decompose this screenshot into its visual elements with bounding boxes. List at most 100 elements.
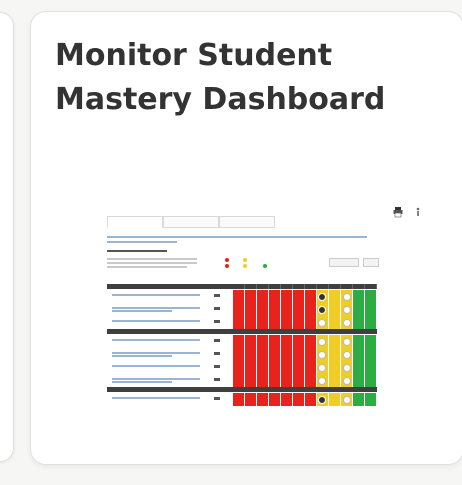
mastery-cell-red xyxy=(293,335,305,348)
feature-card[interactable]: Monitor Student Mastery Dashboard xyxy=(30,11,462,465)
card-title-line-2: Mastery Dashboard xyxy=(55,82,386,117)
mastery-cell-green xyxy=(365,335,377,348)
mastery-cell-yellow xyxy=(329,374,341,387)
student-row xyxy=(107,335,377,348)
mastery-cell-red xyxy=(293,374,305,387)
mastery-cell-red xyxy=(269,393,281,406)
row-label xyxy=(112,378,200,380)
column-header xyxy=(257,284,269,289)
mastery-cell-red xyxy=(305,290,317,303)
row-count xyxy=(214,294,220,297)
mastery-cell-red xyxy=(281,393,293,406)
mastery-marker xyxy=(318,337,326,346)
mastery-cell-green xyxy=(365,290,377,303)
mastery-cell-green xyxy=(353,348,365,361)
mastery-marker xyxy=(343,305,351,314)
row-count xyxy=(214,320,220,323)
preview-select xyxy=(329,258,359,267)
student-row xyxy=(107,290,377,303)
mastery-cell-yellow xyxy=(329,290,341,303)
column-header xyxy=(341,284,353,289)
mastery-cell-red xyxy=(293,361,305,374)
mastery-marker xyxy=(343,318,351,327)
mastery-marker xyxy=(343,363,351,372)
student-row xyxy=(107,316,377,329)
mastery-cell-red xyxy=(245,393,257,406)
row-label xyxy=(112,307,200,309)
previous-card-edge[interactable] xyxy=(0,12,14,462)
preview-stat-line xyxy=(107,266,187,268)
column-header xyxy=(329,284,341,289)
preview-button xyxy=(363,258,379,267)
dashboard-preview-image xyxy=(97,192,427,442)
row-label xyxy=(112,397,200,399)
mastery-cell-green xyxy=(353,316,365,329)
mastery-marker xyxy=(318,318,326,327)
mastery-cell-green xyxy=(353,361,365,374)
mastery-marker xyxy=(318,350,326,359)
mastery-cell-red xyxy=(269,290,281,303)
row-label-second-line xyxy=(112,310,172,312)
mastery-cell-red xyxy=(281,290,293,303)
row-count xyxy=(214,352,220,355)
column-header xyxy=(269,284,281,289)
printer-icon xyxy=(393,207,403,218)
mastery-cell-red xyxy=(233,290,245,303)
mastery-cell-red xyxy=(245,335,257,348)
row-count xyxy=(214,339,220,342)
student-row xyxy=(107,361,377,374)
mastery-cell-green xyxy=(353,303,365,316)
mastery-cell-red xyxy=(305,374,317,387)
mastery-cell-green xyxy=(353,290,365,303)
card-title: Monitor Student Mastery Dashboard xyxy=(55,34,415,122)
mastery-cell-red xyxy=(281,374,293,387)
mastery-cell-yellow xyxy=(329,348,341,361)
legend-dot-red xyxy=(225,264,229,268)
mastery-cell-green xyxy=(353,393,365,406)
mastery-cell-red xyxy=(293,348,305,361)
mastery-cell-yellow xyxy=(329,316,341,329)
mastery-cell-red xyxy=(281,348,293,361)
row-count xyxy=(214,397,220,400)
mastery-cell-red xyxy=(305,303,317,316)
mastery-cell-red xyxy=(233,374,245,387)
column-header xyxy=(353,284,365,289)
column-header xyxy=(317,284,329,289)
row-count xyxy=(214,307,220,310)
mastery-cell-red xyxy=(257,290,269,303)
mastery-cell-green xyxy=(365,374,377,387)
mastery-cell-red xyxy=(305,316,317,329)
mastery-marker xyxy=(343,376,351,385)
mastery-cell-red xyxy=(269,303,281,316)
mastery-cell-red xyxy=(293,303,305,316)
mastery-cell-red xyxy=(257,393,269,406)
mastery-cell-red xyxy=(245,303,257,316)
mastery-cell-red xyxy=(257,348,269,361)
mastery-marker xyxy=(318,395,326,404)
mastery-cell-red xyxy=(281,303,293,316)
row-label-second-line xyxy=(112,381,172,383)
column-header xyxy=(233,284,245,289)
column-header xyxy=(305,284,317,289)
mastery-marker xyxy=(343,337,351,346)
info-icon xyxy=(416,207,420,216)
mastery-cell-red xyxy=(233,348,245,361)
mastery-cell-red xyxy=(269,374,281,387)
mastery-cell-green xyxy=(353,335,365,348)
mastery-cell-red xyxy=(233,335,245,348)
mastery-marker xyxy=(343,395,351,404)
preview-tab-1 xyxy=(107,216,163,228)
column-header xyxy=(365,284,377,289)
mastery-marker xyxy=(343,292,351,301)
row-count xyxy=(214,365,220,368)
row-count xyxy=(214,378,220,381)
mastery-cell-red xyxy=(245,348,257,361)
mastery-cell-red xyxy=(245,374,257,387)
preview-tab-2 xyxy=(163,216,219,228)
mastery-cell-green xyxy=(365,348,377,361)
mastery-cell-red xyxy=(245,290,257,303)
mastery-cell-yellow xyxy=(329,335,341,348)
mastery-cell-red xyxy=(257,374,269,387)
mastery-cell-green xyxy=(365,393,377,406)
preview-stat-line xyxy=(107,258,197,260)
